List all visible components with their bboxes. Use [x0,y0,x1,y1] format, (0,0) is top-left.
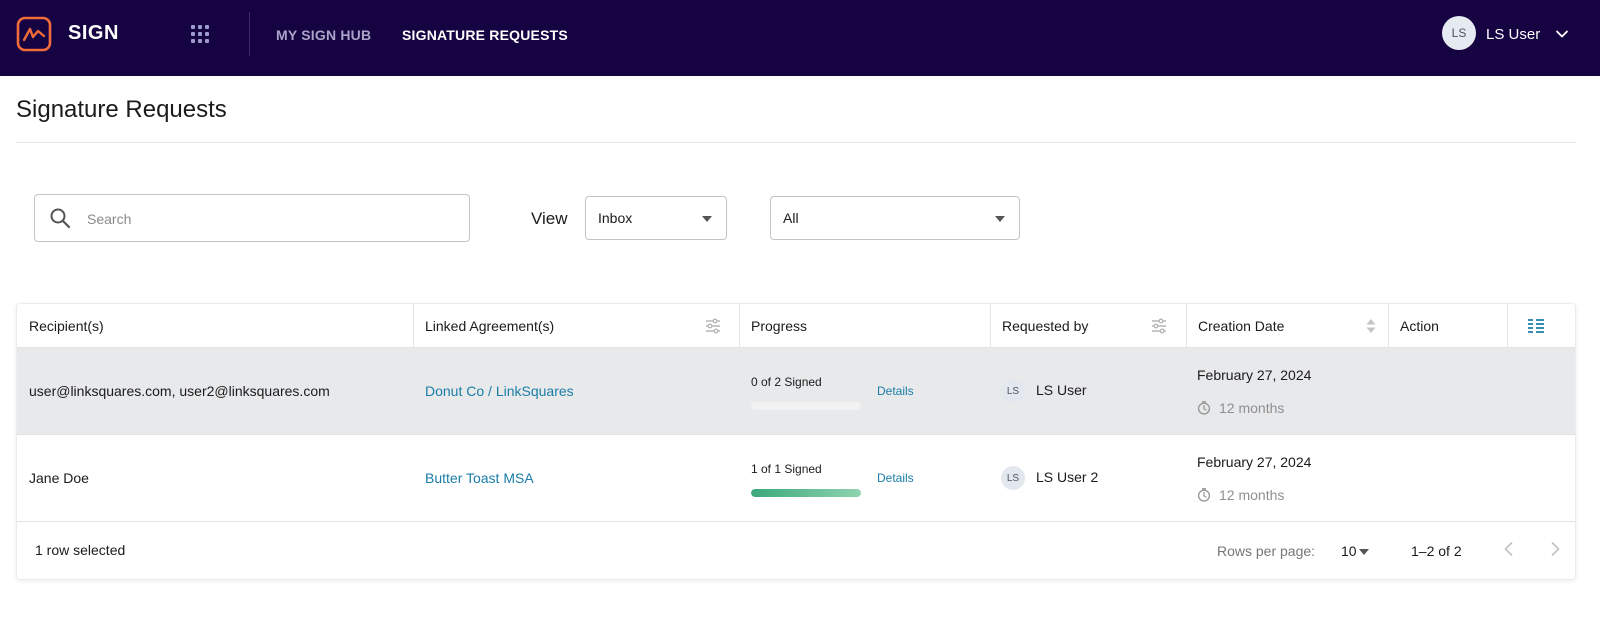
agreement-link[interactable]: Donut Co / LinkSquares [425,383,574,399]
details-link[interactable]: Details [877,471,914,485]
progress-bar [751,402,861,410]
progress-text: 1 of 1 Signed [751,462,822,476]
requester-name: LS User [1036,382,1087,398]
nav-divider [249,12,250,56]
agreement-link[interactable]: Butter Toast MSA [425,470,534,486]
requests-table: Recipient(s) Linked Agreement(s) Progres… [16,303,1576,580]
recipients-cell: Jane Doe [29,470,89,486]
clock-icon [1197,401,1211,415]
top-bar: SIGN MY SIGN HUB SIGNATURE REQUESTS LS L… [0,0,1600,76]
caret-down-icon [995,216,1005,222]
rows-per-page-select[interactable]: 10 [1341,543,1357,559]
table-row[interactable]: user@linksquares.com, user2@linksquares.… [17,348,1575,435]
table-footer: 1 row selected Rows per page: 10 1–2 of … [17,522,1575,579]
view-label: View [531,209,568,228]
selection-count: 1 row selected [35,542,126,558]
caret-down-icon[interactable] [1359,549,1369,555]
details-link[interactable]: Details [877,384,914,398]
search-input[interactable] [87,207,457,231]
user-name[interactable]: LS User [1486,26,1540,43]
nav-signature-requests[interactable]: SIGNATURE REQUESTS [402,27,568,43]
title-divider [16,142,1576,143]
logo-icon[interactable] [16,16,52,52]
view-select[interactable]: Inbox [585,196,727,240]
recipients-cell: user@linksquares.com, user2@linksquares.… [29,383,330,399]
apps-grid-icon[interactable] [191,25,211,45]
table-header: Recipient(s) Linked Agreement(s) Progres… [17,304,1575,348]
col-linked-agreements: Linked Agreement(s) [425,318,555,334]
sort-icon[interactable] [1365,317,1377,335]
chevron-down-icon[interactable] [1554,26,1570,42]
clock-icon [1197,488,1211,502]
rows-per-page-label: Rows per page: [1217,543,1316,559]
progress-text: 0 of 2 Signed [751,375,822,389]
status-select[interactable]: All [770,196,1020,240]
brand-name: SIGN [68,22,119,44]
creation-date: February 27, 2024 [1197,367,1312,383]
user-avatar[interactable]: LS [1442,16,1476,50]
nav-my-sign-hub[interactable]: MY SIGN HUB [276,27,371,43]
page-title: Signature Requests [16,96,227,123]
chevron-right-icon[interactable] [1545,539,1565,559]
columns-icon[interactable] [1527,318,1545,334]
progress-fill [751,489,861,497]
search-icon [50,208,71,229]
filter-icon[interactable] [705,318,721,334]
col-action: Action [1400,318,1439,334]
requester-avatar: LS [1001,466,1025,490]
col-progress: Progress [751,318,808,334]
creation-date: February 27, 2024 [1197,454,1312,470]
progress-bar [751,489,861,497]
chevron-left-icon[interactable] [1499,539,1519,559]
search-box[interactable] [34,194,470,242]
caret-down-icon [702,216,712,222]
pagination-range: 1–2 of 2 [1411,543,1462,559]
status-select-value: All [783,210,799,226]
requester-avatar: LS [1001,379,1025,403]
col-recipients: Recipient(s) [29,318,104,334]
age-text: 12 months [1219,400,1285,416]
col-creation-date[interactable]: Creation Date [1186,304,1388,348]
filter-icon[interactable] [1151,318,1167,334]
col-separator [1507,304,1508,348]
view-select-value: Inbox [598,210,633,226]
requester-name: LS User 2 [1036,469,1099,485]
age-text: 12 months [1219,487,1285,503]
table-row[interactable]: Jane Doe Butter Toast MSA 1 of 1 Signed … [17,435,1575,522]
